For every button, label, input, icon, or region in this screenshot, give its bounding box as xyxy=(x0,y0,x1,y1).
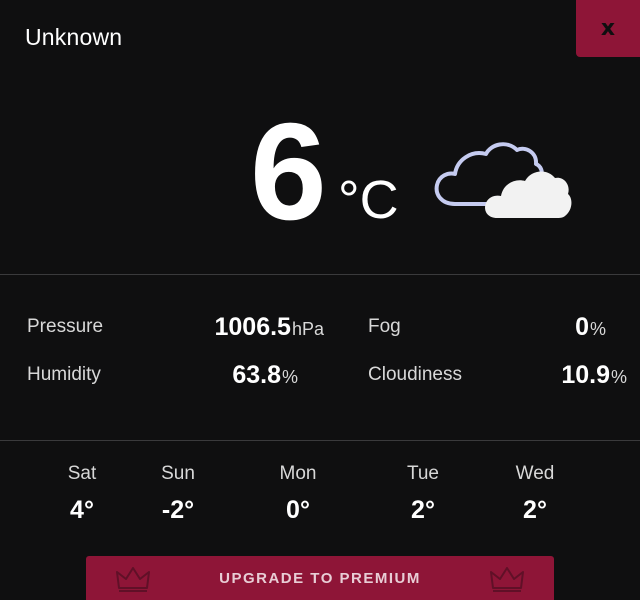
cloudiness-number: 10.9 xyxy=(561,361,610,389)
forecast-day-name: Sat xyxy=(67,463,97,484)
fog-value: 0 % xyxy=(575,313,606,342)
cloudiness-unit: % xyxy=(610,367,627,387)
forecast-day-name: Sun xyxy=(161,463,195,484)
forecast-day-temp: -2° xyxy=(161,496,195,524)
forecast-day-name: Tue xyxy=(406,463,440,484)
upgrade-button-label: UPGRADE TO PREMIUM xyxy=(219,569,421,587)
forecast-day-temp: 4° xyxy=(70,496,94,524)
forecast-day-temp: 2° xyxy=(523,496,547,524)
close-icon: x xyxy=(600,16,616,41)
fog-unit: % xyxy=(589,319,606,339)
forecast-day: Mon 0° xyxy=(258,462,338,524)
upgrade-button[interactable]: UPGRADE TO PREMIUM xyxy=(86,556,554,600)
close-button[interactable]: x xyxy=(576,0,640,57)
humidity-unit: % xyxy=(281,367,298,387)
fog-label: Fog xyxy=(368,316,401,337)
temperature-value: 6 xyxy=(250,95,327,249)
fog-number: 0 xyxy=(575,313,589,341)
cloudy-icon xyxy=(434,142,572,218)
pressure-value: 1006.5 hPa xyxy=(215,313,325,342)
humidity-value: 63.8 % xyxy=(232,361,298,390)
humidity-number: 63.8 xyxy=(232,361,281,389)
forecast-day: Tue 2° xyxy=(383,462,463,524)
forecast-day-temp: 2° xyxy=(411,496,435,524)
cloudiness-label: Cloudiness xyxy=(368,364,462,385)
location-title: Unknown xyxy=(25,24,123,50)
forecast-day: Sun -2° xyxy=(138,462,218,524)
humidity-label: Humidity xyxy=(27,364,101,385)
forecast-day-name: Wed xyxy=(515,463,555,484)
pressure-number: 1006.5 xyxy=(214,313,291,341)
pressure-label: Pressure xyxy=(27,316,104,337)
divider-top xyxy=(0,274,640,275)
forecast-day-temp: 0° xyxy=(286,496,310,524)
forecast-day-name: Mon xyxy=(279,463,317,484)
crown-icon xyxy=(116,567,150,592)
crown-icon xyxy=(490,567,524,592)
forecast-day: Wed 2° xyxy=(495,462,575,524)
forecast-day: Sat 4° xyxy=(42,462,122,524)
watermark: ​ xyxy=(0,160,61,267)
pressure-unit: hPa xyxy=(291,319,324,339)
temperature-unit: °C xyxy=(338,170,399,230)
divider-bottom xyxy=(0,440,640,441)
cloudiness-value: 10.9 % xyxy=(561,361,627,390)
